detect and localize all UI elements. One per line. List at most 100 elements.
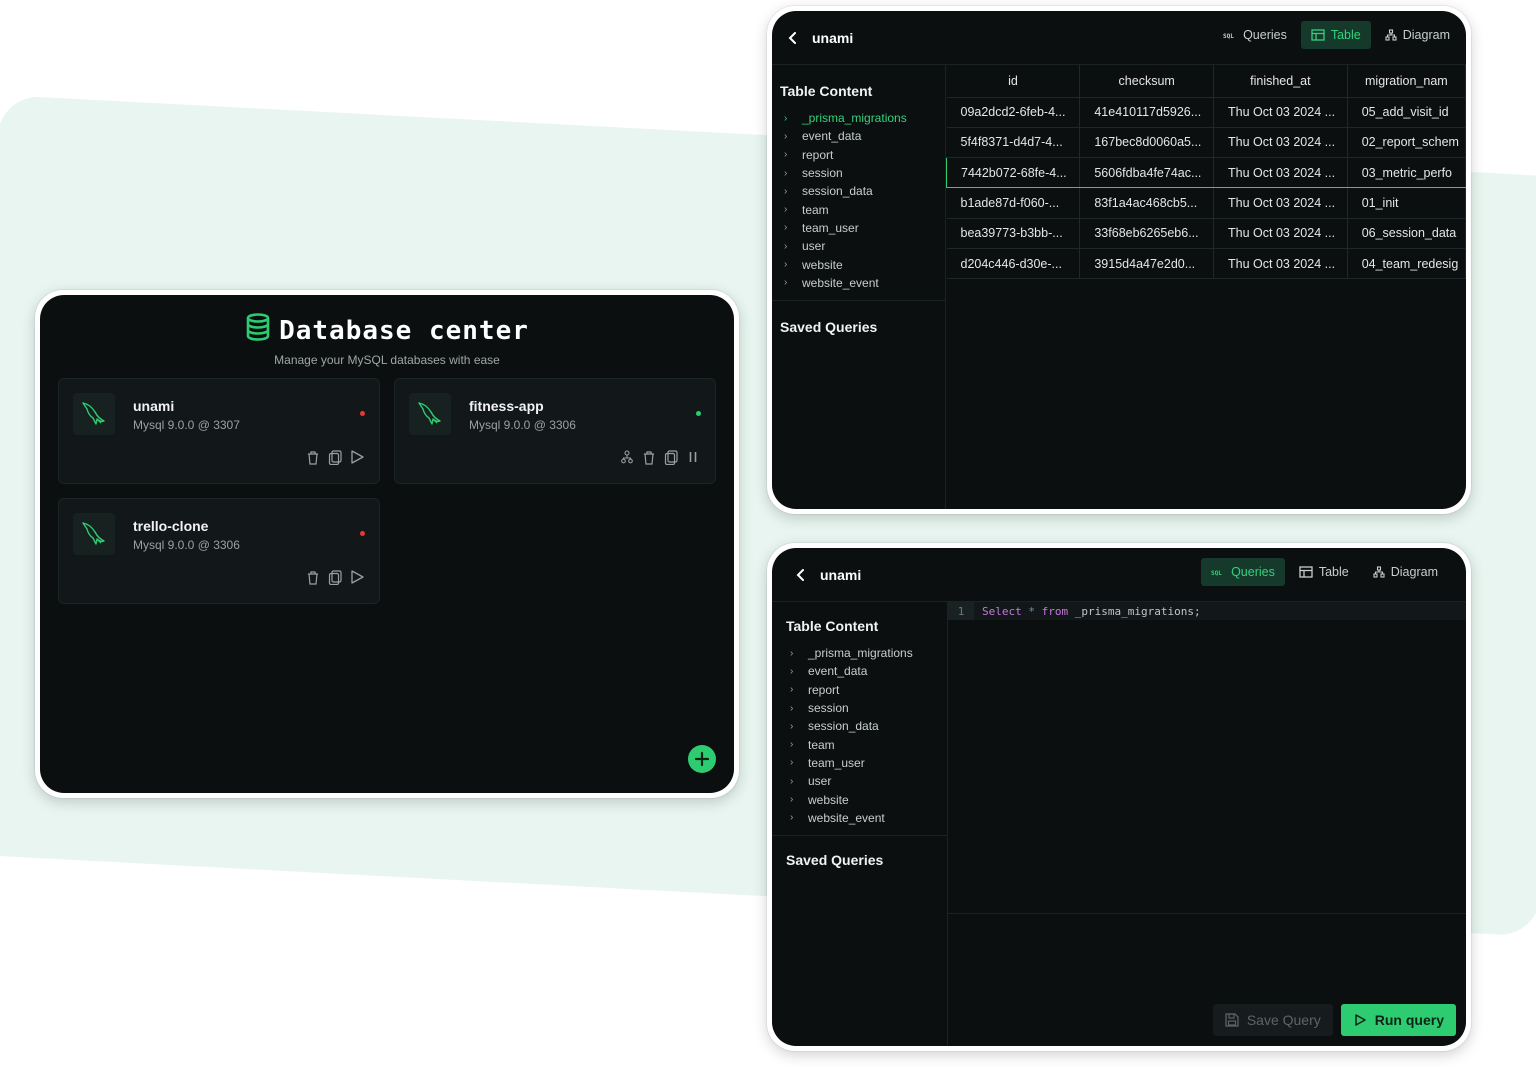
table-cell[interactable]: 02_report_schem [1347,127,1466,159]
sidebar-item-table[interactable]: › website [772,255,945,273]
sidebar-item-table[interactable]: › team [778,735,947,753]
table-cell[interactable]: Thu Oct 03 2024 ... [1213,157,1348,189]
sidebar-item-table[interactable]: › team_user [772,219,945,237]
status-indicator [360,531,365,536]
table-view-window: unami SQL Queries Table Diagram Table Co… [767,6,1471,514]
sidebar-item-table[interactable]: › report [778,681,947,699]
sidebar-item-table[interactable]: › session_data [772,182,945,200]
trash-icon[interactable] [305,569,321,585]
mysql-dolphin-icon [73,393,115,435]
sidebar-item-table[interactable]: › website_event [778,809,947,827]
copy-icon[interactable] [327,449,343,465]
table-cell[interactable]: 5606fdba4fe74ac... [1079,157,1215,189]
sidebar-item-table[interactable]: › session [772,164,945,182]
table-cell[interactable]: Thu Oct 03 2024 ... [1213,127,1348,159]
table-cell[interactable]: 05_add_visit_id [1347,97,1466,128]
table-cell[interactable]: 167bec8d0060a5... [1079,127,1215,159]
table-row[interactable]: bea39773-b3bb-... 33f68eb6265eb6... Thu Oc… [946,218,1466,249]
database-version: Mysql 9.0.0 @ 3307 [133,418,240,432]
column-header[interactable]: migration_nam [1347,65,1466,98]
table-cell[interactable]: 09a2dcd2-6feb-4... [946,97,1081,128]
table-cell[interactable]: Thu Oct 03 2024 ... [1213,97,1348,128]
header-row: id checksum finished_at migration_nam [946,65,1466,98]
copy-icon[interactable] [327,569,343,585]
tab-queries[interactable]: SQL Queries [1201,558,1285,586]
sidebar-item-table[interactable]: › team [772,200,945,218]
tab-table[interactable]: Table [1289,558,1359,586]
trash-icon[interactable] [641,449,657,465]
line-number: 1 [948,602,974,620]
play-icon[interactable] [349,449,365,465]
chevron-right-icon: › [784,167,788,179]
plus-icon [694,751,710,767]
table-name: user [802,239,826,254]
tab-diagram[interactable]: Diagram [1375,21,1460,49]
sidebar-item-table[interactable]: › _prisma_migrations [772,109,945,127]
table-cell[interactable]: 41e410117d5926... [1079,97,1215,128]
table-cell[interactable]: Thu Oct 03 2024 ... [1213,187,1348,219]
trash-icon[interactable] [305,449,321,465]
tab-diagram[interactable]: Diagram [1363,558,1448,586]
table-row[interactable]: 09a2dcd2-6feb-4... 41e410117d5926... Thu O… [946,97,1466,128]
database-card[interactable]: fitness-app Mysql 9.0.0 @ 3306 [394,378,716,484]
table-cell[interactable]: 83f1a4ac468cb5... [1079,187,1215,219]
table-name: user [808,774,832,789]
sidebar-item-table[interactable]: › website_event [772,274,945,292]
diagram-icon[interactable] [619,449,635,465]
table-cell[interactable]: d204c446-d30e-... [946,248,1081,280]
table-row[interactable]: d204c446-d30e-... 3915d4a47e2d0... Thu Oct… [946,248,1466,280]
add-database-button[interactable] [688,745,716,773]
chevron-right-icon: › [784,277,788,289]
table-row[interactable]: b1ade87d-f060-... 83f1a4ac468cb5... Thu Oc… [946,187,1466,219]
database-card[interactable]: trello-clone Mysql 9.0.0 @ 3306 [58,498,380,604]
table-cell[interactable]: 5f4f8371-d4d7-4... [946,127,1081,159]
copy-icon[interactable] [663,449,679,465]
sidebar-item-table[interactable]: › _prisma_migrations [778,644,947,662]
save-query-button[interactable]: Save Query [1212,1004,1333,1036]
table-cell[interactable]: 7442b072-68fe-4... [946,157,1081,189]
sidebar-item-table[interactable]: › user [778,772,947,790]
sidebar-item-table[interactable]: › session_data [778,717,947,735]
play-icon[interactable] [349,569,365,585]
chevron-right-icon: › [790,647,794,659]
tab-queries[interactable]: SQL Queries [1213,21,1297,49]
sidebar-item-table[interactable]: › user [772,237,945,255]
page-subtitle: Manage your MySQL databases with ease [274,353,500,367]
back-icon[interactable] [792,566,810,584]
column-header[interactable]: checksum [1079,65,1215,98]
database-card[interactable]: unami Mysql 9.0.0 @ 3307 [58,378,380,484]
sql-editor[interactable]: 1 Select * from _prisma_migrations; [948,602,1466,914]
table-cell[interactable]: bea39773-b3bb-... [946,218,1081,249]
run-query-button[interactable]: Run query [1340,1004,1456,1036]
sidebar-item-table[interactable]: › website [778,790,947,808]
table-name: team_user [802,220,859,235]
chevron-right-icon: › [784,240,788,252]
column-header[interactable]: finished_at [1213,65,1348,98]
table-cell[interactable]: 03_metric_perfo [1347,157,1466,189]
back-icon[interactable] [784,29,802,47]
table-cell[interactable]: b1ade87d-f060-... [946,187,1081,219]
sidebar-item-table[interactable]: › event_data [778,662,947,680]
sidebar-item-table[interactable]: › team_user [778,754,947,772]
pause-icon[interactable] [685,449,701,465]
chevron-right-icon: › [790,775,794,787]
chevron-right-icon: › [784,130,788,142]
table-cell[interactable]: Thu Oct 03 2024 ... [1213,248,1348,280]
tab-table[interactable]: Table [1300,21,1371,49]
table-cell[interactable]: 01_init [1347,187,1466,219]
table-cell[interactable]: Thu Oct 03 2024 ... [1213,218,1348,249]
sidebar-item-table[interactable]: › event_data [772,127,945,145]
table-cell[interactable]: 33f68eb6265eb6... [1079,218,1215,249]
column-header[interactable]: id [946,65,1081,98]
sidebar-item-table[interactable]: › report [772,146,945,164]
database-name: unami [820,566,862,583]
diagram-icon [1385,29,1397,41]
table-cell[interactable]: 3915d4a47e2d0... [1079,248,1215,280]
table-tree: › _prisma_migrations › event_data › report › se… [772,109,945,301]
table-cell[interactable]: 06_session_data [1347,218,1466,249]
table-row[interactable]: 7442b072-68fe-4... 5606fdba4fe74ac... Thu … [946,157,1466,189]
table-cell[interactable]: 04_team_redesig [1347,248,1466,280]
mysql-dolphin-icon [73,513,115,555]
sidebar-item-table[interactable]: › session [778,699,947,717]
table-row[interactable]: 5f4f8371-d4d7-4... 167bec8d0060a5... Thu O… [946,127,1466,159]
